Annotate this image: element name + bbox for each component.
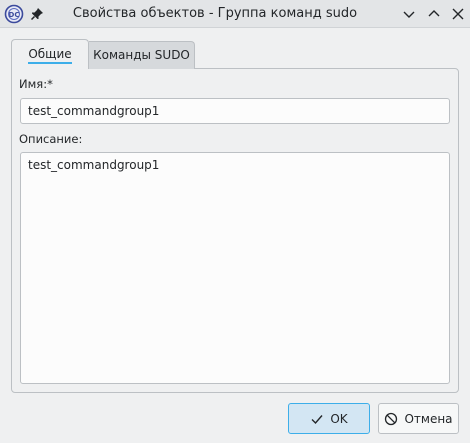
properties-dialog: DC Свойства объектов - Группа команд sud… (0, 0, 470, 443)
name-field[interactable]: test_commandgroup1 (20, 98, 450, 124)
active-tab-indicator (28, 62, 72, 64)
check-icon (310, 412, 324, 426)
pin-icon[interactable] (29, 6, 45, 22)
window-title: Свойства объектов - Группа команд sudo (72, 6, 358, 21)
ok-button[interactable]: OK (288, 403, 370, 434)
description-field[interactable]: test_commandgroup1 (20, 152, 450, 384)
ok-button-label: OK (330, 411, 348, 426)
cancel-button-label: Отмена (404, 411, 453, 426)
tab-sudo-commands[interactable]: Команды SUDO (89, 41, 195, 69)
maximize-icon[interactable] (425, 5, 443, 23)
name-label: Имя:* (19, 77, 53, 91)
tab-sudo-commands-label: Команды SUDO (93, 48, 190, 62)
svg-text:DC: DC (9, 11, 20, 19)
description-label: Описание: (19, 132, 83, 146)
close-icon[interactable] (449, 5, 467, 23)
cancel-button[interactable]: Отмена (378, 403, 459, 434)
app-icon: DC (4, 4, 24, 24)
minimize-icon[interactable] (400, 5, 418, 23)
title-bar[interactable]: DC Свойства объектов - Группа команд sud… (0, 0, 470, 28)
cancel-icon (384, 412, 398, 426)
tab-general-label: Общие (28, 47, 72, 61)
tab-general[interactable]: Общие (11, 39, 89, 69)
